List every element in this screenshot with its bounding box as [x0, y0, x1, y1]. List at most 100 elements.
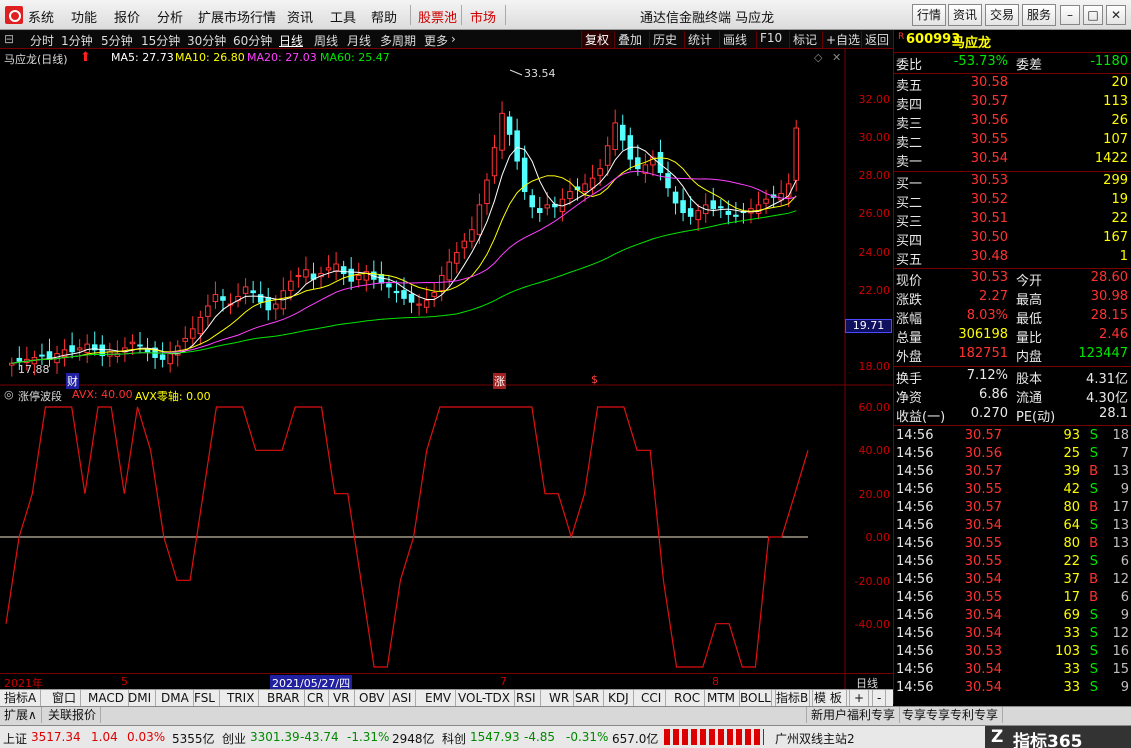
- tick-side: S: [1089, 554, 1098, 569]
- exclusive-promo[interactable]: 专享专享专利专享: [898, 707, 1004, 723]
- tab-expand[interactable]: 扩展∧: [0, 707, 42, 723]
- new-user-benefit[interactable]: 新用户福利专享: [806, 707, 901, 723]
- tool-overlay[interactable]: 叠加: [614, 31, 645, 48]
- limit-up-marker[interactable]: 涨: [493, 373, 506, 389]
- indicator-tab[interactable]: VR: [329, 690, 355, 706]
- indicator-tab[interactable]: SAR: [571, 690, 605, 706]
- y-tick: -40.00: [854, 618, 890, 631]
- tool-add-watchlist[interactable]: +自选: [822, 31, 863, 48]
- chevron-right-icon[interactable]: ›: [451, 32, 456, 46]
- chart-area[interactable]: 马应龙(日线) ⬆ MA5: 27.73 MA10: 26.80 MA20: 2…: [0, 49, 893, 704]
- period-multi[interactable]: 多周期: [380, 32, 416, 49]
- finance-marker[interactable]: 财: [66, 373, 79, 389]
- indicator-tab[interactable]: CCI: [637, 690, 667, 706]
- crosshair-price-tag: 19.71: [845, 319, 892, 333]
- indicator-tab[interactable]: TRIX: [223, 690, 260, 706]
- btn-quote[interactable]: 行情: [912, 4, 946, 26]
- indicator-tab[interactable]: RSI: [512, 690, 541, 706]
- tool-back[interactable]: 返回: [861, 31, 892, 48]
- candle-body: [687, 208, 694, 217]
- kc-index: 1547.93: [470, 730, 520, 744]
- ask-volume: 20: [1111, 75, 1128, 90]
- candle-body: [340, 266, 347, 275]
- kc-amount: 657.0亿: [612, 732, 659, 746]
- menu-info[interactable]: 资讯: [287, 7, 313, 26]
- period-monthly[interactable]: 月线: [347, 32, 371, 49]
- stat-label: 换手: [896, 372, 923, 387]
- tick-price: 30.54: [964, 662, 1002, 677]
- tool-fuquan[interactable]: 复权: [581, 31, 613, 48]
- indicator-tab[interactable]: ASI: [388, 690, 417, 706]
- menu-stock-pool[interactable]: 股票池: [418, 7, 457, 26]
- tick-count: 9: [1120, 608, 1129, 623]
- period-daily[interactable]: 日线: [279, 32, 303, 49]
- indicator-tab[interactable]: FSL: [190, 690, 220, 706]
- stat-label: 今开: [1016, 274, 1043, 289]
- tool-history[interactable]: 历史: [649, 31, 680, 48]
- indicator-tab[interactable]: DMA: [157, 690, 194, 706]
- tool-stats[interactable]: 统计: [684, 31, 715, 48]
- extension-tabs: 扩展∧ 关联报价 新用户福利专享 专享专享专利专享: [0, 706, 1131, 725]
- indicator-tab[interactable]: 指标A: [0, 690, 42, 706]
- indicator-tab[interactable]: ROC: [670, 690, 706, 706]
- menu-tools[interactable]: 工具: [330, 7, 356, 26]
- indicator-tab[interactable]: EMV: [421, 690, 457, 706]
- candle-body: [484, 179, 490, 205]
- indicator-tab[interactable]: VOL-TDX: [454, 690, 515, 706]
- indicator-tab[interactable]: OBV: [355, 690, 390, 706]
- tool-f10[interactable]: F10: [756, 31, 785, 48]
- menu-help[interactable]: 帮助: [371, 7, 397, 26]
- menu-quote[interactable]: 报价: [114, 7, 140, 26]
- indicator-tab[interactable]: MACD: [84, 690, 129, 706]
- indicator-tab[interactable]: DMI: [124, 690, 157, 706]
- period-fenshi[interactable]: 分时: [30, 32, 54, 49]
- menu-system[interactable]: 系统: [28, 7, 54, 26]
- server-name[interactable]: 广州双线主站2: [775, 730, 855, 747]
- stat-value: 2.46: [1099, 327, 1128, 342]
- dividend-marker[interactable]: $: [591, 373, 598, 386]
- indicator-tab-right[interactable]: +: [849, 690, 870, 706]
- indicator-tab-right[interactable]: 指标B: [771, 690, 814, 706]
- tool-draw[interactable]: 画线: [719, 31, 750, 48]
- indicator-tab-right[interactable]: 模 板: [809, 690, 847, 706]
- period-more[interactable]: 更多: [424, 32, 448, 49]
- period-1min[interactable]: 1分钟: [61, 32, 93, 49]
- kline-chart[interactable]: [0, 49, 893, 689]
- indicator-tab[interactable]: BRAR: [263, 690, 305, 706]
- candle-body: [499, 112, 505, 151]
- indicator-tab[interactable]: WR: [545, 690, 575, 706]
- stat-row: 收益(一) 0.270 PE(动) 28.1: [894, 406, 1131, 425]
- indicator-tab-right[interactable]: -: [872, 690, 887, 706]
- indicator-tab[interactable]: KDJ: [604, 690, 634, 706]
- tab-related-quotes[interactable]: 关联报价: [44, 707, 102, 723]
- period-weekly[interactable]: 周线: [314, 32, 338, 49]
- candle-body: [778, 192, 784, 201]
- period-15min[interactable]: 15分钟: [141, 32, 180, 49]
- close-icon[interactable]: ✕: [1106, 5, 1126, 25]
- period-60min[interactable]: 60分钟: [233, 32, 272, 49]
- menu-function[interactable]: 功能: [71, 7, 97, 26]
- tool-mark[interactable]: 标记: [789, 31, 820, 48]
- period-30min[interactable]: 30分钟: [187, 32, 226, 49]
- indicator-tab[interactable]: CR: [303, 690, 329, 706]
- menu-analysis[interactable]: 分析: [157, 7, 183, 26]
- indicator-tab[interactable]: MTM: [703, 690, 741, 706]
- stat-label: 股本: [1016, 372, 1043, 387]
- diamond-icon[interactable]: ◇: [814, 51, 822, 64]
- maximize-icon[interactable]: □: [1083, 5, 1103, 25]
- btn-service[interactable]: 服务: [1022, 4, 1056, 26]
- minimize-icon[interactable]: –: [1060, 5, 1080, 25]
- indicator-tab[interactable]: 窗口: [48, 690, 82, 706]
- collapse-icon[interactable]: ⊟: [4, 32, 14, 46]
- market-heat-bar: [664, 729, 764, 745]
- menu-market[interactable]: 市场: [470, 7, 496, 26]
- close-chart-icon[interactable]: ✕: [832, 51, 841, 64]
- time-axis: 2021年 5 2021/05/27/四 7 8 日线: [0, 673, 893, 691]
- indicator-settings-icon[interactable]: ◎: [4, 388, 14, 401]
- indicator-tab[interactable]: BOLL: [736, 690, 776, 706]
- btn-trade[interactable]: 交易: [985, 4, 1019, 26]
- period-5min[interactable]: 5分钟: [101, 32, 133, 49]
- btn-info[interactable]: 资讯: [948, 4, 982, 26]
- stat-value: 306198: [958, 327, 1008, 342]
- menu-ext-market[interactable]: 扩展市场行情: [198, 7, 276, 26]
